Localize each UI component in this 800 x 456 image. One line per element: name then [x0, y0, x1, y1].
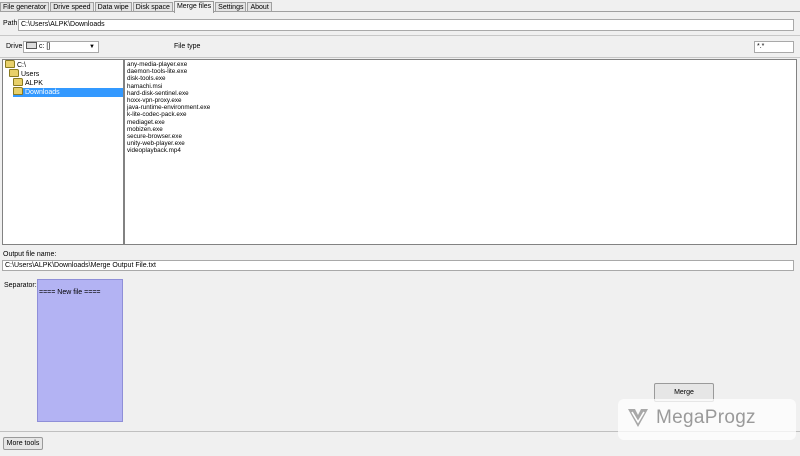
file-list-item[interactable]: hamachi.msi	[127, 83, 794, 90]
tree-node-label: Downloads	[25, 89, 60, 96]
watermark: MegaProgz	[618, 399, 796, 440]
separator-label: Separator:	[4, 282, 37, 289]
folder-open-icon	[13, 78, 23, 87]
file-list-item[interactable]: videoplayback.mp4	[127, 147, 794, 154]
file-type-label: File type	[174, 43, 201, 50]
file-list-item[interactable]: unity-web-player.exe	[127, 140, 794, 147]
file-list-item[interactable]: mediaget.exe	[127, 119, 794, 126]
tab-merge-files[interactable]: Merge files	[173, 1, 215, 13]
more-tools-button[interactable]: More tools	[3, 437, 43, 450]
tree-node-label: ALPK	[25, 80, 43, 87]
file-type-input[interactable]: *.*	[754, 41, 794, 53]
tree-node-downloads[interactable]: Downloads	[13, 87, 123, 97]
divider	[0, 35, 800, 36]
file-list-item[interactable]: k-lite-codec-pack.exe	[127, 111, 794, 118]
file-list-item[interactable]: java-runtime-environment.exe	[127, 104, 794, 111]
file-list-item[interactable]: disk-tools.exe	[127, 75, 794, 82]
drive-value: c: []	[39, 43, 51, 50]
file-list-item[interactable]: hoxx-vpn-proxy.exe	[127, 97, 794, 104]
drive-icon	[26, 41, 37, 49]
file-list-item[interactable]: any-media-player.exe	[127, 61, 794, 68]
tree-node-label: C:\	[17, 62, 26, 69]
file-list-item[interactable]: secure-browser.exe	[127, 133, 794, 140]
folder-open-icon	[5, 60, 15, 69]
file-list-item[interactable]: mobizen.exe	[127, 126, 794, 133]
output-file-input[interactable]: C:\Users\ALPK\Downloads\Merge Output Fil…	[2, 260, 794, 271]
divider	[0, 57, 800, 58]
file-list-item[interactable]: daemon-tools-lite.exe	[127, 68, 794, 75]
drive-select[interactable]: c: [] ▼	[23, 41, 99, 53]
file-list-item[interactable]: hard-disk-sentinel.exe	[127, 90, 794, 97]
path-label: Path:	[3, 20, 20, 27]
output-file-label: Output file name:	[3, 251, 57, 258]
chevron-down-icon: ▼	[89, 44, 95, 50]
folder-open-icon	[13, 87, 23, 96]
folder-tree[interactable]: C:\ Users ALPK Downloads	[2, 59, 124, 245]
path-input[interactable]: C:\Users\ALPK\Downloads	[18, 19, 794, 31]
separator-textarea[interactable]: ==== New file ====	[37, 279, 123, 422]
folder-open-icon	[9, 69, 19, 78]
file-list[interactable]: any-media-player.exe daemon-tools-lite.e…	[124, 59, 797, 245]
drive-label: Drive	[6, 43, 23, 50]
tree-node-label: Users	[21, 71, 40, 78]
megaprogz-logo-icon	[628, 409, 648, 427]
tab-panel-border	[0, 11, 800, 12]
watermark-text: MegaProgz	[656, 407, 756, 428]
